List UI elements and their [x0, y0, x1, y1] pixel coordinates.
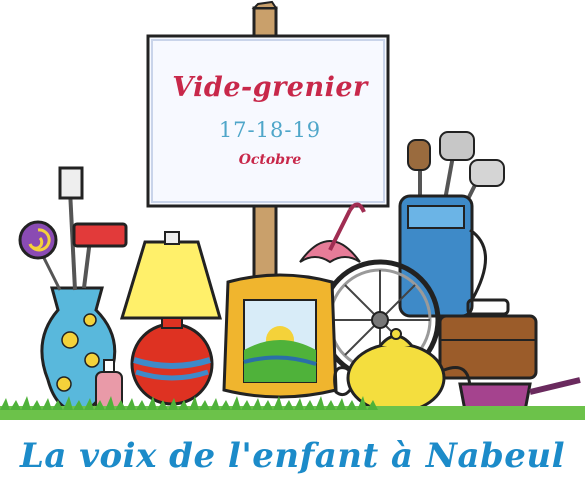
umbrella-icon [299, 202, 366, 264]
sign-dates: 17-18-19 [218, 118, 322, 142]
table-lamp-icon [119, 231, 222, 406]
lollipop-icon [18, 220, 62, 291]
picture-frame-icon [222, 273, 338, 399]
golf-bag-icon [398, 131, 505, 318]
mallet-icon [58, 166, 128, 291]
association-tagline: La voix de l'enfant à Nabeul [19, 436, 566, 476]
sign-month: Octobre [238, 152, 302, 168]
sign-title: Vide-grenier [172, 72, 368, 103]
